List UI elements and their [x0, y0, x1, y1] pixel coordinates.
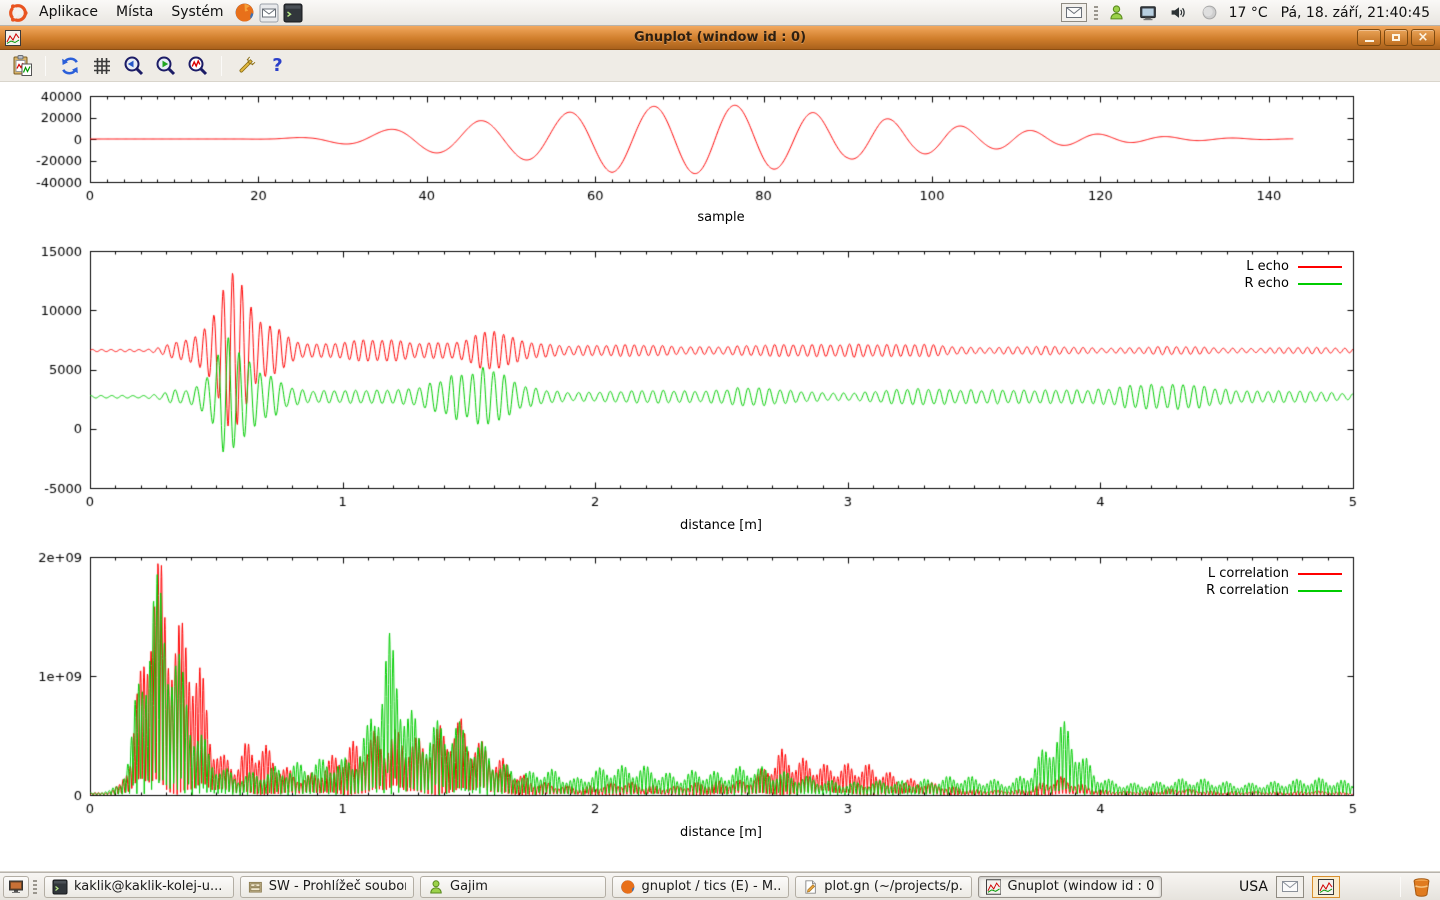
maximize-icon[interactable] — [1384, 29, 1408, 46]
gnome-top-panel: Aplikace Místa Systém — [0, 0, 1440, 26]
axis-label-distance-correlation: distance [m] — [680, 825, 762, 840]
taskbar-window-file-manager[interactable]: SW - Prohlížeč souborů — [240, 876, 414, 898]
keyboard-layout-indicator[interactable]: USA — [1239, 879, 1268, 895]
weather-icon[interactable] — [1198, 1, 1222, 25]
volume-icon[interactable] — [1167, 1, 1191, 25]
firefox-icon — [620, 879, 636, 895]
grid-icon[interactable] — [88, 52, 115, 79]
window-title: Gnuplot (window id : 0) — [0, 30, 1440, 45]
gnuplot-icon — [986, 879, 1001, 895]
mail-tray-icon[interactable] — [1276, 876, 1304, 898]
applet-handle[interactable] — [33, 880, 37, 894]
file-manager-icon — [248, 879, 263, 895]
legend-label-l-echo: L echo — [1104, 259, 1289, 274]
trash-icon[interactable] — [1409, 875, 1433, 899]
autoscale-icon[interactable] — [184, 52, 211, 79]
axis-label-distance-echo: distance [m] — [680, 518, 762, 533]
gajim-status-icon[interactable] — [1105, 1, 1129, 25]
zoom-previous-icon[interactable] — [120, 52, 147, 79]
taskbar-window-label: gnuplot / tics (E) - M... — [642, 879, 782, 894]
firefox-launcher-icon[interactable] — [233, 1, 257, 25]
legend-item: L echo — [1104, 258, 1342, 275]
taskbar-window-editor[interactable]: plot.gn (~/projects/p... — [795, 876, 972, 898]
gnuplot-toolbar: ? — [0, 50, 1440, 82]
replot-icon[interactable] — [56, 52, 83, 79]
taskbar-window-label: plot.gn (~/projects/p... — [824, 879, 964, 894]
legend-item: R correlation — [1104, 582, 1342, 599]
taskbar-window-label: Gajim — [450, 879, 488, 894]
toolbar-separator — [45, 56, 46, 76]
legend-line-sample — [1298, 266, 1342, 268]
axis-label-sample: sample — [697, 210, 744, 225]
legend-label-l-correlation: L correlation — [1104, 566, 1289, 581]
legend-label-r-correlation: R correlation — [1104, 583, 1289, 598]
display-icon[interactable] — [1136, 1, 1160, 25]
legend-item: L correlation — [1104, 565, 1342, 582]
mail-launcher-icon[interactable] — [257, 1, 281, 25]
taskbar-separator — [1400, 877, 1401, 897]
ubuntu-menu-icon[interactable] — [6, 1, 30, 25]
help-icon[interactable]: ? — [264, 52, 291, 79]
legend-line-sample — [1298, 283, 1342, 285]
gnuplot-tray-icon[interactable] — [1312, 876, 1340, 898]
temperature[interactable]: 17 °C — [1229, 5, 1268, 21]
menu-applications[interactable]: Aplikace — [30, 0, 107, 25]
mail-notification-icon[interactable] — [1061, 3, 1087, 22]
taskbar-window-label: Gnuplot (window id : 0) — [1007, 879, 1154, 894]
taskbar-window-label: kaklik@kaklik-kolej-u... — [74, 879, 222, 894]
legend-label-r-echo: R echo — [1104, 276, 1289, 291]
legend-line-sample — [1298, 573, 1342, 575]
titlebar[interactable]: Gnuplot (window id : 0) × — [0, 26, 1440, 50]
configure-icon[interactable] — [232, 52, 259, 79]
terminal-launcher-icon[interactable] — [281, 1, 305, 25]
gnuplot-window: Gnuplot (window id : 0) × — [0, 26, 1440, 871]
gajim-icon — [428, 879, 444, 895]
applet-handle[interactable] — [1094, 6, 1098, 20]
menu-places[interactable]: Místa — [107, 0, 162, 25]
taskbar-window-gajim[interactable]: Gajim — [420, 876, 606, 898]
legend-echo: L echo R echo — [1104, 258, 1342, 292]
close-icon[interactable]: × — [1411, 29, 1435, 46]
terminal-icon — [52, 879, 68, 895]
legend-correlation: L correlation R correlation — [1104, 565, 1342, 599]
text-editor-icon — [803, 879, 818, 895]
gnuplot-plot-canvas[interactable] — [0, 82, 1440, 871]
copy-to-clipboard-icon[interactable] — [8, 52, 35, 79]
toolbar-separator — [221, 56, 222, 76]
gnome-taskbar: kaklik@kaklik-kolej-u... SW - Prohlížeč … — [0, 872, 1440, 900]
zoom-next-icon[interactable] — [152, 52, 179, 79]
clock[interactable]: Pá, 18. září, 21:40:45 — [1281, 5, 1430, 21]
taskbar-window-firefox[interactable]: gnuplot / tics (E) - M... — [612, 876, 789, 898]
taskbar-window-gnuplot[interactable]: Gnuplot (window id : 0) — [978, 876, 1162, 898]
gnuplot-plot-area: sample distance [m] distance [m] L echo … — [0, 82, 1440, 871]
legend-line-sample — [1298, 590, 1342, 592]
taskbar-window-terminal[interactable]: kaklik@kaklik-kolej-u... — [44, 876, 234, 898]
minimize-icon[interactable] — [1357, 29, 1381, 46]
legend-item: R echo — [1104, 275, 1342, 292]
taskbar-window-label: SW - Prohlížeč souborů — [269, 879, 406, 894]
show-desktop-icon[interactable] — [3, 876, 29, 898]
menu-system[interactable]: Systém — [162, 0, 232, 25]
